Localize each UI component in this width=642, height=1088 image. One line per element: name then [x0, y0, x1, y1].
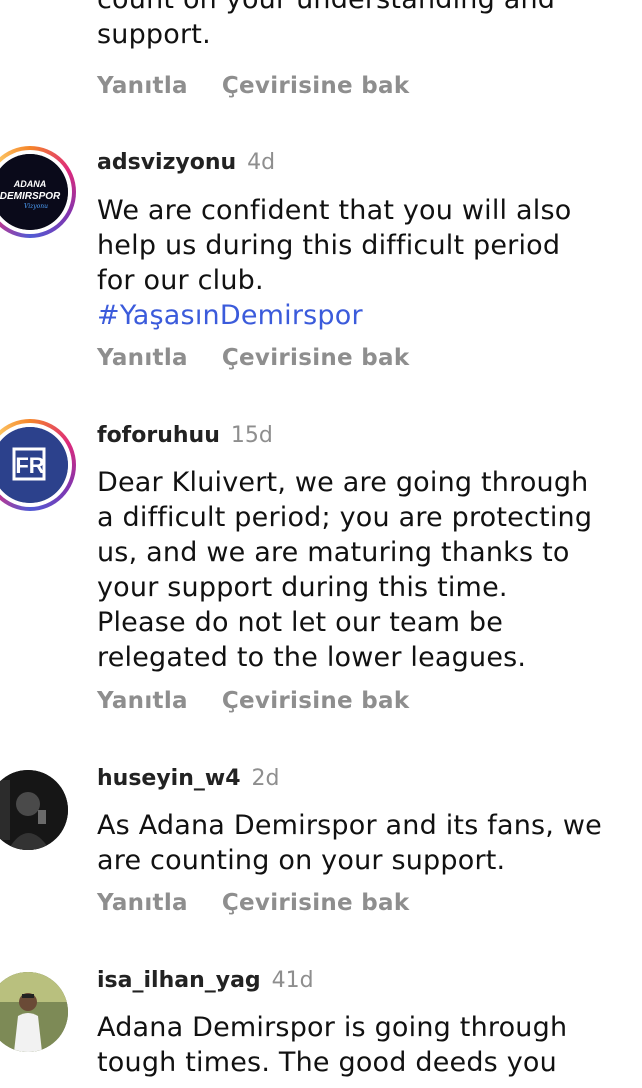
comment-meta: huseyin_w4 2d — [97, 766, 279, 791]
svg-text:ADANA: ADANA — [13, 179, 47, 189]
svg-text:Vizyonu: Vizyonu — [24, 203, 48, 210]
comment-text: Adana Demirspor is going through tough t… — [97, 1010, 637, 1080]
comment-text-line: Adana Demirspor is going through — [97, 1012, 568, 1043]
reply-button[interactable]: Yanıtla — [97, 890, 188, 916]
see-translation-button[interactable]: Çevirisine bak — [222, 73, 410, 99]
timestamp: 4d — [247, 150, 276, 175]
story-ring[interactable]: FR — [0, 419, 76, 511]
reply-button[interactable]: Yanıtla — [97, 688, 188, 714]
comment-text: We are confident that you will also help… — [97, 193, 637, 333]
comment-meta: adsvizyonu 4d — [97, 150, 275, 175]
avatar[interactable] — [0, 972, 68, 1052]
comment-text-line: your support during this time. — [97, 572, 508, 603]
comment-actions: Yanıtla Çevirisine bak — [97, 345, 409, 371]
reply-button[interactable]: Yanıtla — [97, 73, 188, 99]
comment-text-line: We are confident that you will also — [97, 195, 572, 226]
comment-meta: isa_ilhan_yag 41d — [97, 968, 314, 993]
comment-text-line: Please do not let our team be — [97, 607, 504, 638]
see-translation-button[interactable]: Çevirisine bak — [222, 345, 410, 371]
timestamp: 41d — [271, 968, 314, 993]
comment-text-line: support. — [97, 19, 211, 50]
comment-text-line: a difficult period; you are protecting — [97, 502, 593, 533]
comment-actions: Yanıtla Çevirisine bak — [97, 890, 409, 916]
comment-text-line: tough times. The good deeds you — [97, 1047, 557, 1078]
comment-text-line: help us during this difficult period — [97, 230, 561, 261]
profile-photo-icon — [0, 972, 68, 1052]
comment-text: count on your understanding and support. — [97, 0, 637, 52]
comment-text-line: Dear Kluivert, we are going through — [97, 467, 589, 498]
timestamp: 2d — [251, 766, 280, 791]
timestamp: 15d — [230, 423, 273, 448]
comment-text-line: for our club. — [97, 265, 264, 296]
story-ring[interactable]: ADANA DEMIRSPOR Vizyonu — [0, 146, 76, 238]
comment-text-line: relegated to the lower leagues. — [97, 642, 527, 673]
username[interactable]: huseyin_w4 — [97, 766, 241, 791]
see-translation-button[interactable]: Çevirisine bak — [222, 688, 410, 714]
comment-actions: Yanıtla Çevirisine bak — [97, 73, 409, 99]
username[interactable]: isa_ilhan_yag — [97, 968, 261, 993]
username[interactable]: adsvizyonu — [97, 150, 236, 175]
hashtag-link[interactable]: #YaşasınDemirspor — [97, 298, 637, 333]
comment-text-line: As Adana Demirspor and its fans, we — [97, 810, 602, 841]
svg-text:FR: FR — [15, 453, 44, 478]
comment-text-line: are counting on your support. — [97, 845, 506, 876]
comment-actions: Yanıtla Çevirisine bak — [97, 688, 409, 714]
comment-meta: foforuhuu 15d — [97, 423, 273, 448]
comment-text: Dear Kluivert, we are going through a di… — [97, 465, 637, 675]
username[interactable]: foforuhuu — [97, 423, 220, 448]
comment-text-line: us, and we are maturing thanks to — [97, 537, 570, 568]
comment-text: As Adana Demirspor and its fans, we are … — [97, 808, 637, 878]
comment-text-line: count on your understanding and — [97, 0, 637, 17]
svg-text:DEMIRSPOR: DEMIRSPOR — [0, 191, 61, 202]
profile-photo-icon — [0, 770, 68, 850]
avatar[interactable] — [0, 770, 68, 850]
see-translation-button[interactable]: Çevirisine bak — [222, 890, 410, 916]
reply-button[interactable]: Yanıtla — [97, 345, 188, 371]
